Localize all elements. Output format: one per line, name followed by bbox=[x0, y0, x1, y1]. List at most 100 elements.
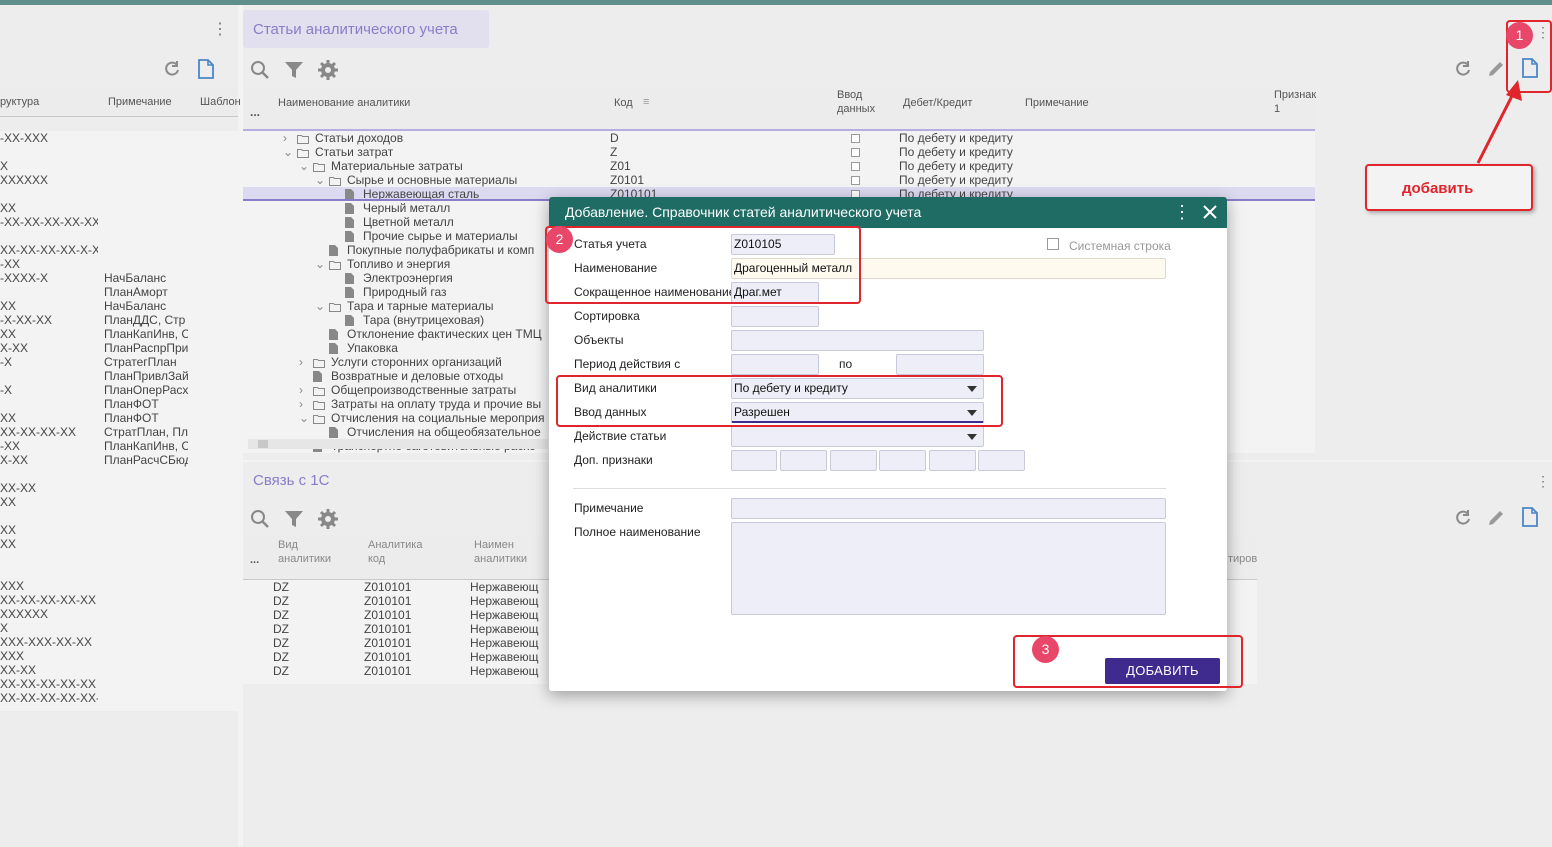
extra-field-3[interactable] bbox=[830, 450, 877, 471]
period-from-field[interactable] bbox=[731, 354, 819, 375]
period-to-field[interactable] bbox=[896, 354, 984, 375]
table-row[interactable]: -XX-XXX bbox=[0, 131, 238, 145]
table-row[interactable]: -XXXX-X НачБаланс bbox=[0, 271, 238, 285]
tree-row[interactable]: ⌄ Статьи затрат Z По дебету и кредиту bbox=[243, 145, 1315, 159]
filter-icon[interactable] bbox=[284, 509, 304, 532]
gear-icon[interactable] bbox=[317, 508, 339, 533]
tree-row[interactable]: › Статьи доходов D По дебету и кредиту bbox=[243, 131, 1315, 145]
extra-field-5[interactable] bbox=[929, 450, 976, 471]
table-row[interactable]: XX bbox=[0, 495, 238, 509]
ellipsis-button[interactable]: ... bbox=[250, 105, 260, 119]
table-row[interactable]: XX НачБаланс bbox=[0, 299, 238, 313]
table-row[interactable]: ПланАморт bbox=[0, 285, 238, 299]
gear-icon[interactable] bbox=[317, 59, 339, 84]
table-row[interactable]: XX bbox=[0, 523, 238, 537]
extra-field-4[interactable] bbox=[879, 450, 926, 471]
new-document-icon[interactable] bbox=[197, 59, 215, 82]
action-select[interactable] bbox=[731, 426, 984, 447]
ellipsis-button[interactable]: ... bbox=[250, 554, 259, 566]
chevron-right-icon[interactable]: › bbox=[299, 383, 303, 397]
table-row[interactable]: XX-XX bbox=[0, 663, 238, 677]
table-row[interactable]: -X ПланОперРасх bbox=[0, 383, 238, 397]
filter-icon[interactable] bbox=[284, 60, 304, 83]
table-row[interactable]: -XX-XX-XX-XX-XX bbox=[0, 215, 238, 229]
search-icon[interactable] bbox=[250, 60, 270, 83]
chevron-right-icon[interactable]: › bbox=[299, 355, 303, 369]
chevron-down-icon[interactable]: ⌄ bbox=[299, 411, 309, 425]
search-icon[interactable] bbox=[250, 509, 270, 532]
new-document-icon[interactable] bbox=[1521, 507, 1539, 530]
col-code-2[interactable]: код bbox=[368, 553, 385, 565]
refresh-icon[interactable] bbox=[162, 59, 182, 82]
col-code[interactable]: Код bbox=[614, 97, 633, 109]
note-field[interactable] bbox=[731, 498, 1166, 519]
kebab-icon[interactable]: ⋮ bbox=[212, 21, 228, 39]
table-row[interactable]: XXX bbox=[0, 649, 238, 663]
table-row[interactable]: XX-XX-XX-XX-XX bbox=[0, 677, 238, 691]
sort-field[interactable] bbox=[731, 306, 819, 327]
table-row[interactable]: XX-XX-XX-XX-XX-X bbox=[0, 691, 238, 705]
col-name-2[interactable]: аналитики bbox=[474, 553, 527, 565]
table-row[interactable]: X-XX ПланРасчСБюд bbox=[0, 453, 238, 467]
refresh-icon[interactable] bbox=[1453, 508, 1473, 531]
table-row[interactable] bbox=[0, 467, 238, 481]
table-row[interactable] bbox=[0, 551, 238, 565]
kebab-icon[interactable]: ⋮ bbox=[1173, 202, 1191, 223]
input-checkbox[interactable] bbox=[851, 162, 860, 171]
extra-field-6[interactable] bbox=[978, 450, 1025, 471]
col-type-2[interactable]: аналитики bbox=[278, 553, 331, 565]
col-input-2[interactable]: данных bbox=[837, 103, 875, 115]
full-name-field[interactable] bbox=[731, 522, 1166, 615]
tree-row[interactable]: ⌄ Материальные затраты Z01 По дебету и кред… bbox=[243, 159, 1315, 173]
chevron-down-icon[interactable]: ⌄ bbox=[299, 159, 309, 173]
table-row[interactable]: -XX ПланКапИнв, С bbox=[0, 439, 238, 453]
extra-field-1[interactable] bbox=[731, 450, 777, 471]
col-note[interactable]: Примечание bbox=[1025, 97, 1089, 109]
table-row[interactable]: XXX bbox=[0, 579, 238, 593]
table-row[interactable]: XX-XX-XX-XX-X-X bbox=[0, 243, 238, 257]
table-row[interactable]: XXX-XXX-XX-XX bbox=[0, 635, 238, 649]
table-row[interactable]: X-XX ПланРаспрПри bbox=[0, 341, 238, 355]
input-checkbox[interactable] bbox=[851, 148, 860, 157]
chevron-down-icon[interactable]: ⌄ bbox=[315, 299, 325, 313]
table-row[interactable] bbox=[0, 187, 238, 201]
col-input-1[interactable]: Ввод bbox=[837, 89, 862, 101]
table-row[interactable]: XX-XX bbox=[0, 481, 238, 495]
table-row[interactable]: XX-XX-XX-XX СтратПлан, Пл bbox=[0, 425, 238, 439]
main-tab[interactable]: Статьи аналитического учета bbox=[243, 10, 489, 48]
system-row-checkbox[interactable] bbox=[1047, 238, 1059, 250]
input-checkbox[interactable] bbox=[851, 134, 860, 143]
col-sign[interactable]: Признак bbox=[1274, 89, 1316, 101]
edit-icon[interactable] bbox=[1486, 508, 1506, 531]
chevron-down-icon[interactable]: ⌄ bbox=[315, 257, 325, 271]
table-row[interactable]: X bbox=[0, 621, 238, 635]
table-row[interactable] bbox=[0, 229, 238, 243]
chevron-down-icon[interactable]: ⌄ bbox=[315, 173, 325, 187]
col-name[interactable]: Наименование аналитики bbox=[278, 97, 410, 109]
table-row[interactable]: XX ПланКапИнв, С bbox=[0, 327, 238, 341]
col-extra[interactable]: тиров bbox=[1228, 553, 1257, 565]
table-row[interactable]: XX bbox=[0, 201, 238, 215]
table-row[interactable]: -XX bbox=[0, 257, 238, 271]
table-row[interactable]: ПланПривлЗай bbox=[0, 369, 238, 383]
tree-row[interactable]: ⌄ Сырье и основные материалы Z0101 По дебет… bbox=[243, 173, 1315, 187]
table-row[interactable]: XX-XX-XX-XX-XX bbox=[0, 593, 238, 607]
extra-field-2[interactable] bbox=[780, 450, 827, 471]
table-row[interactable] bbox=[0, 145, 238, 159]
table-row[interactable]: XX ПланФОТ bbox=[0, 411, 238, 425]
chevron-right-icon[interactable]: › bbox=[299, 397, 303, 411]
input-checkbox[interactable] bbox=[851, 176, 860, 185]
table-row[interactable]: XXXXXX bbox=[0, 173, 238, 187]
horizontal-scrollbar[interactable] bbox=[248, 439, 548, 449]
table-row[interactable]: X bbox=[0, 159, 238, 173]
objects-field[interactable] bbox=[731, 330, 984, 351]
table-row[interactable] bbox=[0, 565, 238, 579]
table-row[interactable] bbox=[0, 509, 238, 523]
sort-icon[interactable]: ≡ bbox=[643, 96, 649, 108]
table-row[interactable]: -X СтратегПлан bbox=[0, 355, 238, 369]
col-type-1[interactable]: Вид bbox=[278, 539, 298, 551]
close-icon[interactable] bbox=[1201, 203, 1219, 224]
col-code-1[interactable]: Аналитика bbox=[368, 539, 422, 551]
col-debit-credit[interactable]: Дебет/Кредит bbox=[903, 97, 972, 109]
table-row[interactable]: XX bbox=[0, 537, 238, 551]
